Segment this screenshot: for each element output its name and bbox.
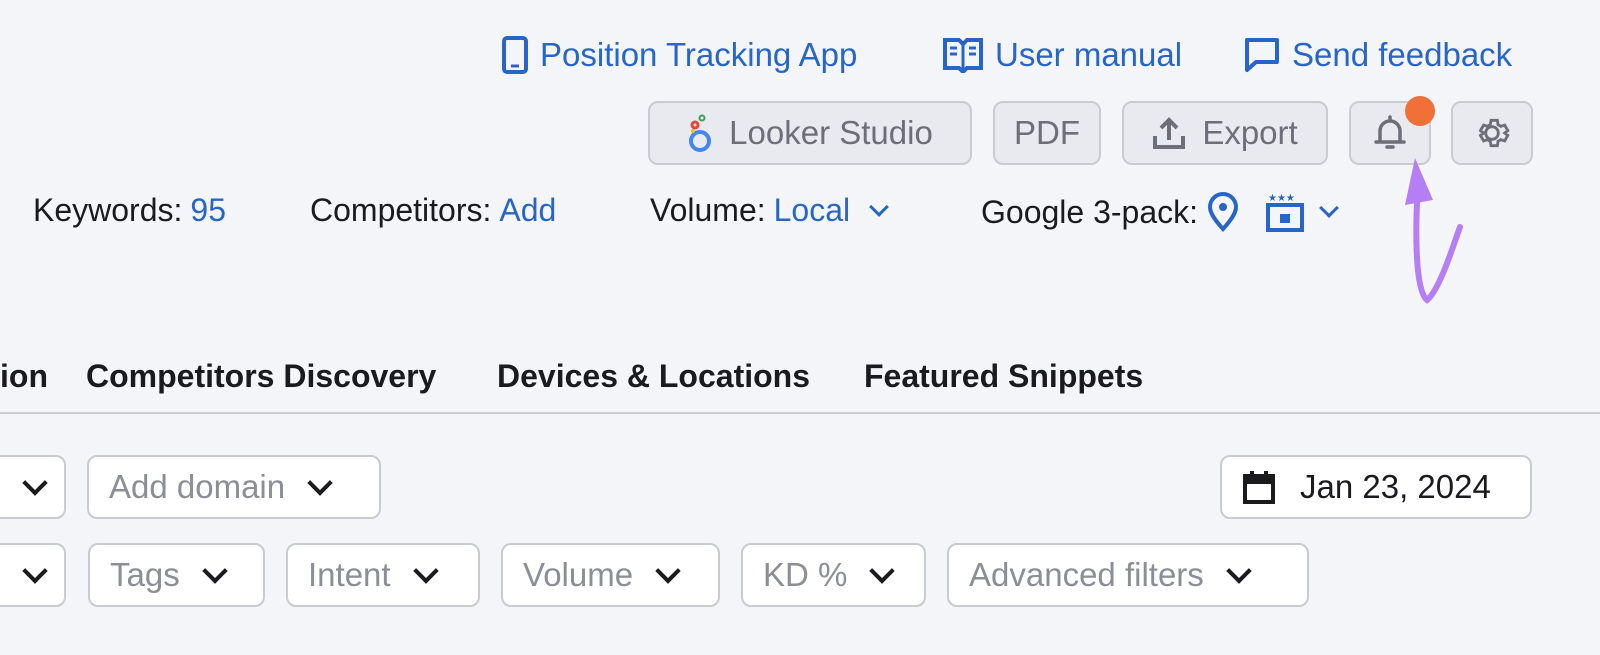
- user-manual-link[interactable]: User manual: [943, 36, 1182, 74]
- pdf-button[interactable]: PDF: [993, 101, 1101, 165]
- competitors: Competitors: Add: [310, 192, 557, 229]
- chevron-down-icon: [22, 470, 48, 496]
- chevron-down-icon: [201, 558, 228, 584]
- hotel-icon: ★★★: [1266, 193, 1305, 232]
- looker-studio-icon: [689, 114, 712, 152]
- tab-featured-snippets[interactable]: Featured Snippets: [864, 358, 1143, 395]
- tags-dropdown[interactable]: Tags: [88, 543, 265, 607]
- tab-devices-locations[interactable]: Devices & Locations: [497, 358, 810, 395]
- location-pin-icon: [1208, 192, 1239, 232]
- add-competitors-link[interactable]: Add: [499, 192, 556, 229]
- gear-icon: [1478, 118, 1510, 148]
- chevron-down-icon: [307, 470, 333, 496]
- looker-studio-button[interactable]: Looker Studio: [648, 101, 972, 165]
- send-feedback-link[interactable]: Send feedback: [1244, 36, 1512, 74]
- intent-dropdown[interactable]: Intent: [286, 543, 480, 607]
- domain-dropdown[interactable]: [0, 455, 66, 519]
- position-dropdown[interactable]: [0, 543, 66, 607]
- tab-competitors-discovery[interactable]: Competitors Discovery: [86, 358, 436, 395]
- position-tracking-app-link[interactable]: Position Tracking App: [502, 36, 857, 74]
- mobile-icon: [502, 36, 528, 74]
- add-domain-dropdown[interactable]: Add domain: [87, 455, 381, 519]
- tabs-divider: [0, 412, 1600, 414]
- chevron-down-icon: [869, 196, 890, 217]
- notification-dot: [1405, 96, 1435, 126]
- volume-selector[interactable]: Volume: Local: [650, 192, 890, 229]
- bell-icon: [1374, 115, 1406, 149]
- google-3-pack[interactable]: Google 3-pack: ★★★: [981, 192, 1339, 232]
- chevron-down-icon: [655, 558, 681, 584]
- chevron-down-icon: [1226, 558, 1252, 584]
- svg-text:★★★: ★★★: [1268, 193, 1295, 204]
- export-button[interactable]: Export: [1122, 101, 1328, 165]
- chevron-down-icon: [1319, 198, 1339, 218]
- chat-icon: [1245, 38, 1279, 72]
- calendar-icon: [1243, 471, 1275, 504]
- tab-overview[interactable]: ion: [0, 358, 48, 395]
- volume-dropdown[interactable]: Volume: [501, 543, 720, 607]
- book-icon: [943, 38, 983, 73]
- chevron-down-icon: [22, 558, 48, 584]
- date-picker[interactable]: Jan 23, 2024: [1220, 455, 1532, 519]
- kd-dropdown[interactable]: KD %: [741, 543, 926, 607]
- advanced-filters-dropdown[interactable]: Advanced filters: [947, 543, 1309, 607]
- chevron-down-icon: [412, 558, 439, 584]
- chevron-down-icon: [869, 558, 896, 584]
- keywords-count: Keywords: 95: [33, 192, 226, 229]
- upload-icon: [1153, 117, 1186, 149]
- annotation-arrow: [1405, 158, 1463, 304]
- keywords-link[interactable]: 95: [190, 192, 226, 229]
